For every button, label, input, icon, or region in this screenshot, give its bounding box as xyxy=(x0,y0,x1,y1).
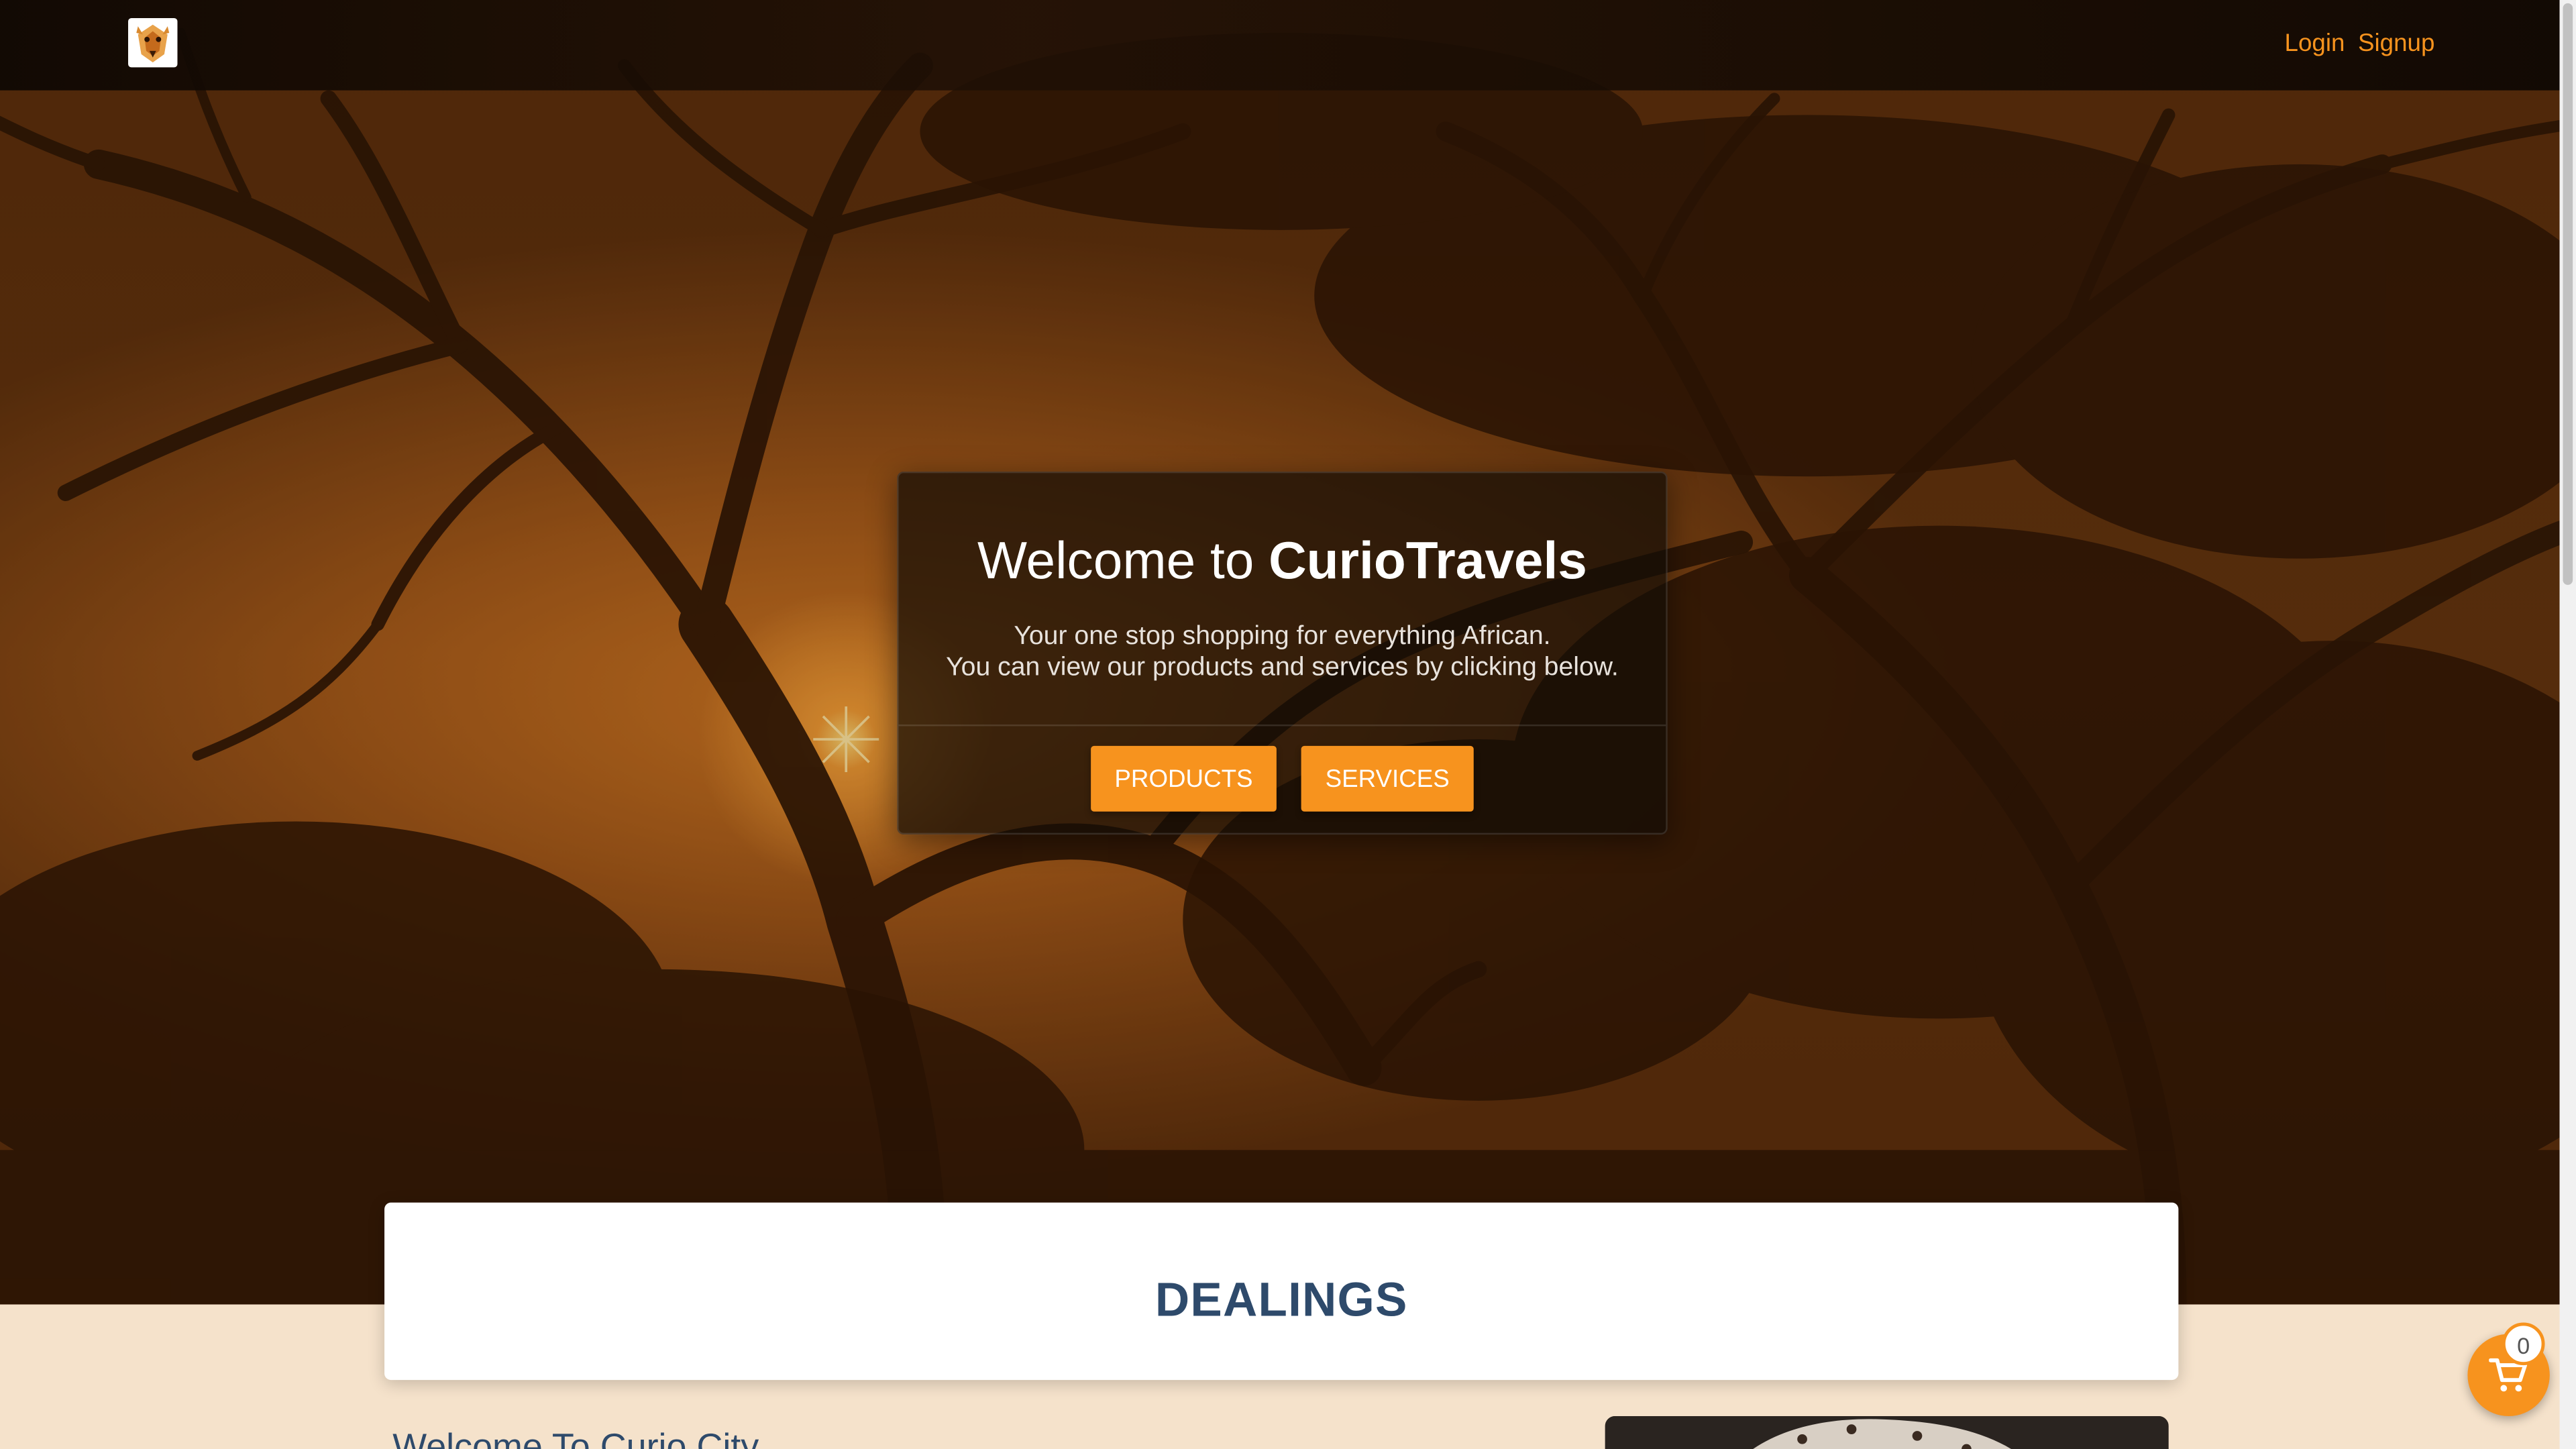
intro-heading: Welcome To Curio City xyxy=(392,1426,759,1449)
products-button[interactable]: PRODUCTS xyxy=(1091,745,1277,812)
card-divider xyxy=(898,724,1666,727)
scrollbar-thumb[interactable] xyxy=(2563,3,2573,585)
brand-name: CurioTravels xyxy=(1269,531,1587,590)
cart-button[interactable]: 0 xyxy=(2467,1322,2550,1417)
top-navbar: Login Signup xyxy=(0,0,2560,91)
page-scrollbar[interactable] xyxy=(2559,0,2576,1449)
welcome-line-2: You can view our products and services b… xyxy=(946,653,1619,682)
welcome-line-1: Your one stop shopping for everything Af… xyxy=(1014,623,1551,651)
giraffe-logo-icon[interactable] xyxy=(128,17,178,68)
login-link[interactable]: Login xyxy=(2285,30,2345,58)
card-actions: PRODUCTS SERVICES xyxy=(899,745,1666,812)
page: Login Signup Welcome to CurioTravels You… xyxy=(0,0,2576,1449)
welcome-card: Welcome to CurioTravels Your one stop sh… xyxy=(897,471,1668,835)
welcome-title: Welcome to CurioTravels xyxy=(899,527,1666,593)
dealings-heading: DEALINGS xyxy=(1155,1275,1408,1328)
featured-photo xyxy=(1605,1416,2169,1449)
auth-links: Login Signup xyxy=(2285,30,2435,58)
dealings-section: DEALINGS xyxy=(384,1202,2179,1381)
signup-link[interactable]: Signup xyxy=(2358,30,2434,58)
welcome-description: Your one stop shopping for everything Af… xyxy=(899,621,1666,684)
cart-count-badge: 0 xyxy=(2502,1322,2545,1366)
services-button[interactable]: SERVICES xyxy=(1301,745,1474,812)
welcome-title-prefix: Welcome to xyxy=(977,531,1269,590)
